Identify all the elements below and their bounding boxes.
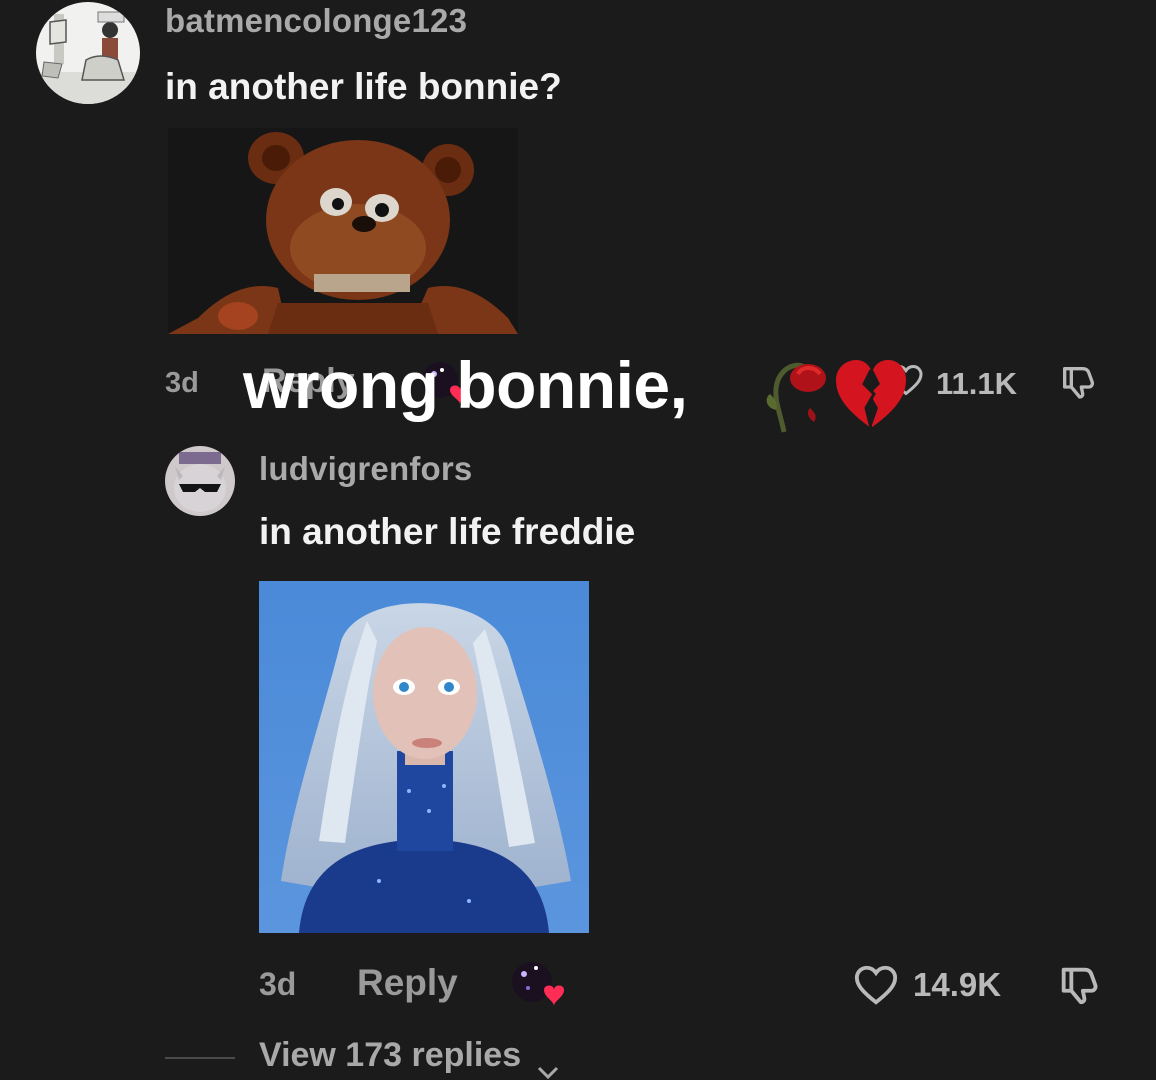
comment-text: in another life freddie [259,511,636,552]
user-avatar[interactable] [165,446,235,516]
reply-button[interactable]: Reply [357,962,458,1004]
comments-screen: batmencolonge123 in another life bonnie? [0,0,1156,1080]
comment-username[interactable]: ludvigrenfors [259,450,472,488]
comment-image-portrait[interactable] [259,581,589,933]
dislike-icon[interactable] [1058,362,1098,402]
broken-heart-emoji [834,358,908,430]
chevron-down-icon [537,1050,559,1080]
view-replies-button[interactable]: View 173 replies [259,1036,559,1080]
dislike-icon[interactable] [1055,962,1103,1008]
comment-timestamp: 3d [259,966,297,1002]
like-count: 11.1K [936,366,1018,401]
like-count: 14.9K [913,966,1002,1003]
user-avatar[interactable] [36,2,140,104]
creator-liked-avatar [510,958,568,1008]
replies-divider [165,1057,235,1059]
view-replies-label: View 173 replies [259,1036,522,1074]
heart-icon[interactable] [852,962,900,1008]
overlay-caption: wrong bonnie, [243,348,688,422]
wilted-rose-emoji [762,352,832,434]
comment-username[interactable]: batmencolonge123 [165,2,467,40]
comment-text: in another life bonnie? [165,66,562,107]
comment-timestamp: 3d [165,367,199,399]
comment-image-freddy[interactable] [168,128,518,334]
